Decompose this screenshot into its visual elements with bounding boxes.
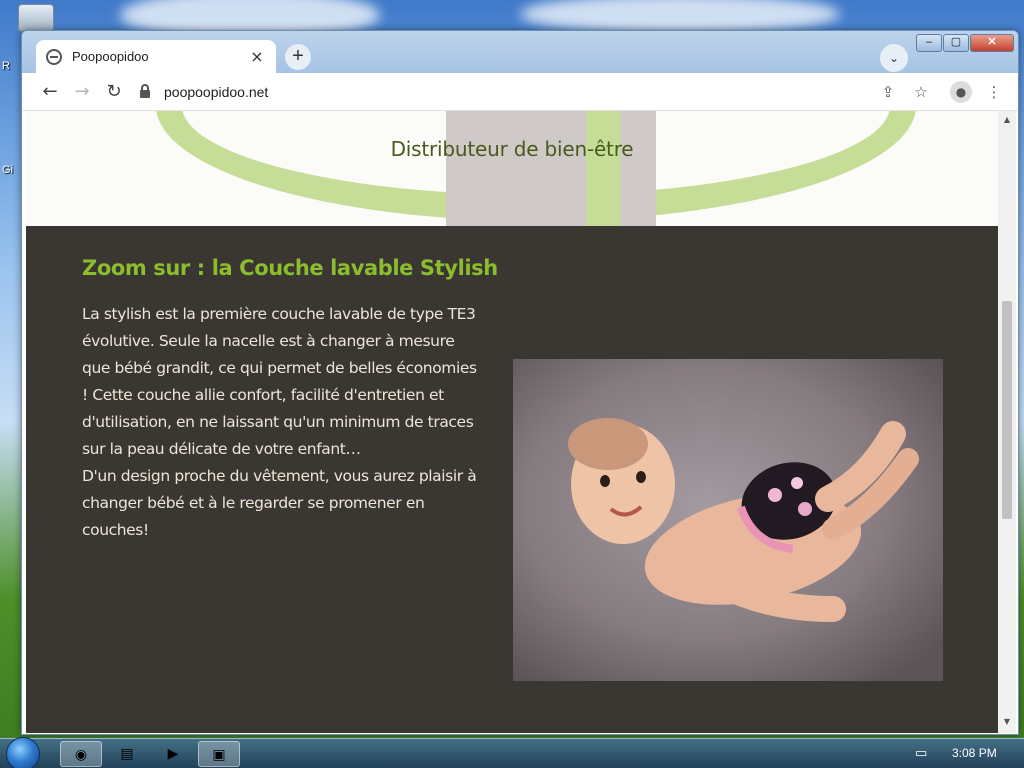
taskbar-clock[interactable]: 3:08 PM [952,746,997,760]
hero-banner: Distributeur de bien-être [26,111,998,226]
start-button[interactable] [6,737,40,768]
baby-diaper-photo [513,359,943,681]
taskbar: ◉ ▤ ▶ ▣ ▭ 3:08 PM [0,737,1024,768]
explorer-taskbar-icon[interactable]: ▤ [106,741,148,767]
back-button[interactable]: ← [34,76,66,108]
desktop-cloud [520,0,840,34]
desktop-icon-label: Gi [2,164,13,176]
app-taskbar-icon[interactable]: ▣ [198,741,240,767]
page-viewport: Distributeur de bien-être Zoom sur : la … [26,111,998,733]
url-text[interactable]: poopoopidoo.net [164,84,268,100]
scrollbar-thumb[interactable] [1002,301,1012,519]
lock-icon[interactable] [140,84,150,98]
tab-search-button[interactable]: ⌄ [880,44,908,72]
minimize-button[interactable]: – [916,34,942,52]
scroll-down-icon[interactable]: ▼ [1002,717,1012,726]
tab-poopoopidoo[interactable]: Poopoopidoo × [36,40,276,73]
maximize-button[interactable]: ▢ [943,34,969,52]
tab-strip: Poopoopidoo × + ⌄ – ▢ ✕ [22,31,1018,73]
bookmark-star-icon[interactable]: ☆ [906,77,936,107]
chrome-taskbar-icon[interactable]: ◉ [60,741,102,767]
page-scrollbar[interactable]: ▲ ▼ [998,111,1016,733]
media-player-taskbar-icon[interactable]: ▶ [152,741,194,767]
photo-illustration [513,359,943,681]
network-icon[interactable]: ▭ [915,746,927,761]
browser-menu-icon[interactable]: ⋮ [979,77,1009,107]
site-tagline: Distributeur de bien-être [390,137,634,161]
browser-window: Poopoopidoo × + ⌄ – ▢ ✕ ← → ↻ poopoopido… [21,30,1019,735]
feature-paragraph: D'un design proche du vêtement, vous aur… [82,467,477,539]
browser-toolbar: ← → ↻ poopoopidoo.net ⇪ ☆ ● ⋮ [22,73,1018,111]
address-bar[interactable]: poopoopidoo.net [134,77,994,107]
logo-bar-shape [586,111,620,226]
tab-title: Poopoopidoo [72,49,149,64]
new-tab-button[interactable]: + [285,44,311,70]
feature-heading: Zoom sur : la Couche lavable Stylish [82,256,498,280]
close-window-button[interactable]: ✕ [970,34,1014,52]
scroll-up-icon[interactable]: ▲ [1002,115,1012,124]
recycle-bin-icon[interactable] [18,4,54,32]
reload-button[interactable]: ↻ [98,76,130,108]
logo-letter-shape [446,111,656,226]
share-icon[interactable]: ⇪ [873,77,903,107]
feature-description: La stylish est la première couche lavabl… [82,301,482,544]
globe-icon [46,48,62,65]
feature-paragraph: La stylish est la première couche lavabl… [82,305,477,458]
profile-avatar-icon[interactable]: ● [950,81,972,103]
forward-button[interactable]: → [66,76,98,108]
tab-close-icon[interactable]: × [248,47,266,66]
desktop-icon-label: R [2,60,10,72]
